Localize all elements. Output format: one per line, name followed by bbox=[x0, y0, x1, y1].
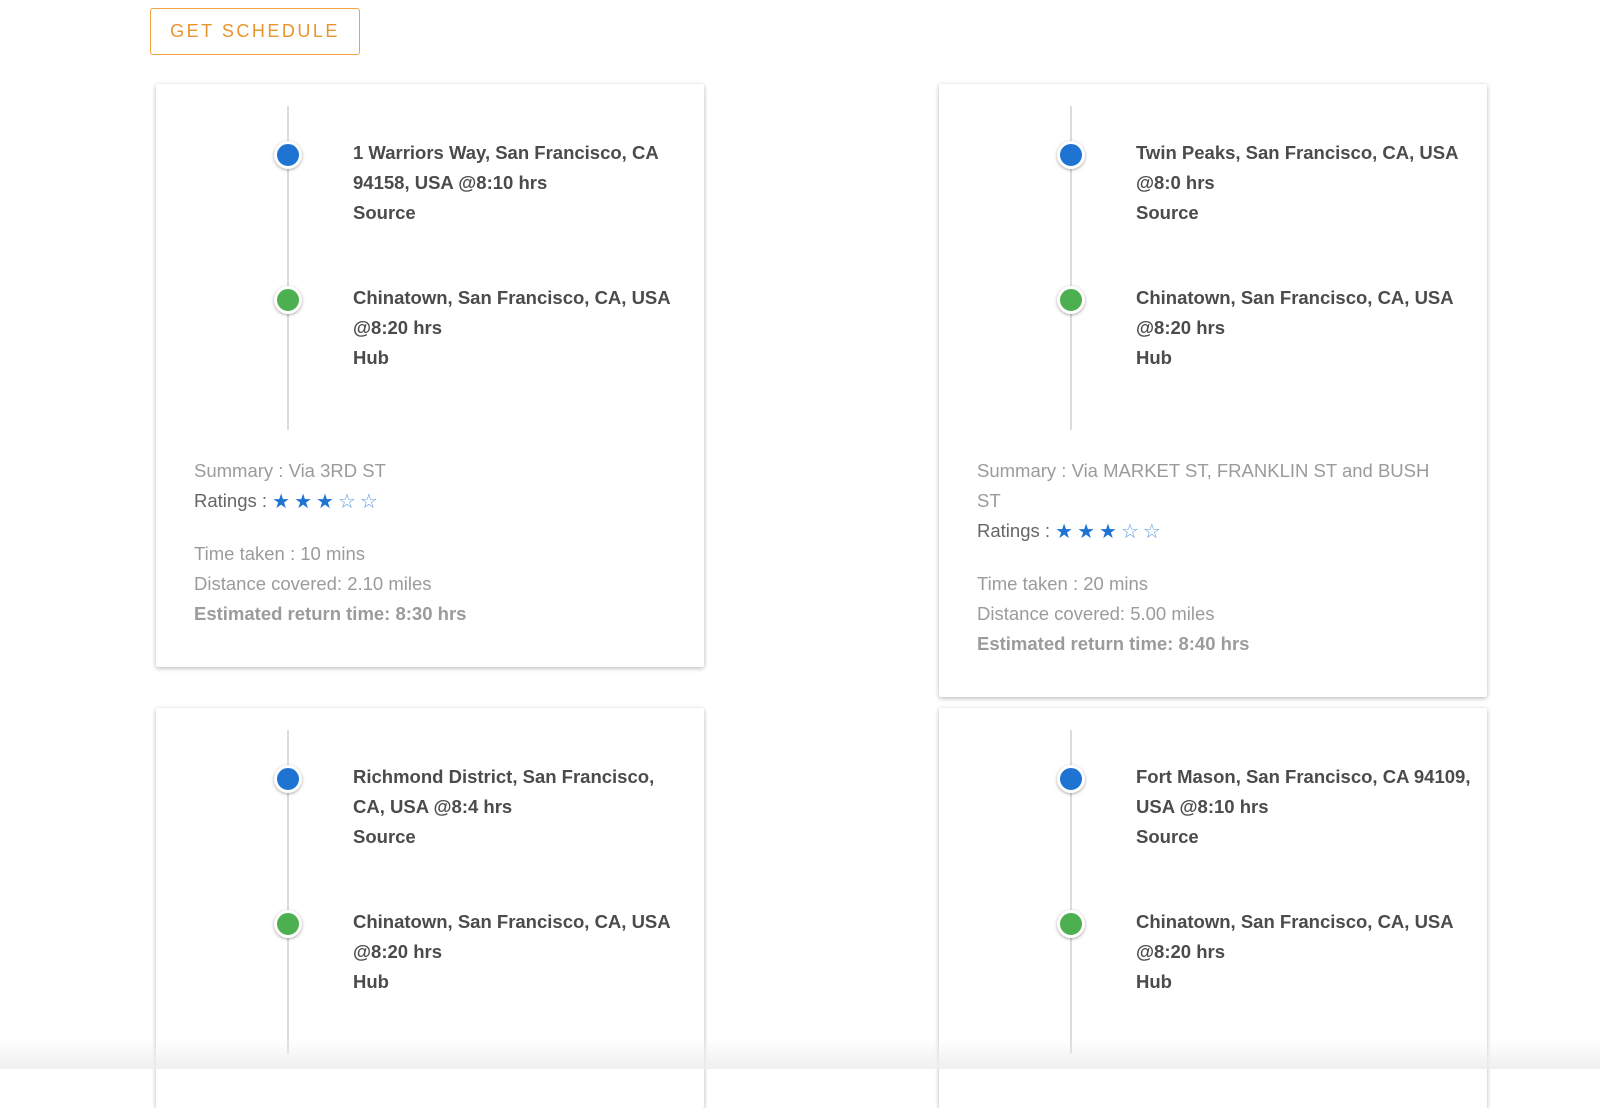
star-filled-icon: ★ bbox=[1055, 521, 1078, 543]
hub-dot-icon bbox=[1057, 286, 1085, 314]
estimated-return-time: Estimated return time: 8:40 hrs bbox=[977, 633, 1250, 654]
hub-place: Chinatown, San Francisco, CA, USA bbox=[1136, 287, 1453, 308]
hub-place: Chinatown, San Francisco, CA, USA bbox=[353, 287, 670, 308]
hub-dot-icon bbox=[274, 910, 302, 938]
route-ratings: Ratings : ★★★☆☆ bbox=[194, 486, 664, 517]
route-card: 1 Warriors Way, San Francisco, CA 94158,… bbox=[156, 84, 704, 667]
estimated-return-time: Estimated return time: 8:30 hrs bbox=[194, 603, 467, 624]
source-dot-icon bbox=[1057, 141, 1085, 169]
source-time: @8:10 hrs bbox=[1179, 796, 1269, 817]
route-details: Summary : Via MARKET ST, FRANKLIN ST and… bbox=[977, 456, 1447, 659]
ratings-label: Ratings : bbox=[977, 520, 1051, 541]
hub-time: @8:20 hrs bbox=[1136, 317, 1225, 338]
star-filled-icon: ★ bbox=[272, 491, 295, 513]
source-stop: Richmond District, San Francisco, CA, US… bbox=[353, 762, 688, 852]
distance-covered: Distance covered: 5.00 miles bbox=[977, 603, 1215, 624]
source-role: Source bbox=[353, 202, 416, 223]
star-rating: ★★★☆☆ bbox=[272, 487, 382, 517]
source-role: Source bbox=[1136, 202, 1199, 223]
hub-role: Hub bbox=[353, 971, 389, 992]
hub-stop: Chinatown, San Francisco, CA, USA @8:20 … bbox=[353, 283, 688, 373]
star-filled-icon: ★ bbox=[294, 491, 317, 513]
route-summary: Summary : Via MARKET ST, FRANKLIN ST and… bbox=[977, 460, 1430, 511]
source-stop: 1 Warriors Way, San Francisco, CA 94158,… bbox=[353, 138, 688, 228]
star-rating: ★★★☆☆ bbox=[1055, 517, 1165, 547]
star-filled-icon: ★ bbox=[1099, 521, 1121, 543]
source-dot-icon bbox=[1057, 765, 1085, 793]
hub-stop: Chinatown, San Francisco, CA, USA @8:20 … bbox=[1136, 283, 1471, 373]
time-taken: Time taken : 20 mins bbox=[977, 573, 1149, 594]
star-empty-icon: ☆ bbox=[359, 491, 382, 513]
source-role: Source bbox=[353, 826, 416, 847]
route-card: Twin Peaks, San Francisco, CA, USA @8:0 … bbox=[939, 84, 1487, 697]
ratings-label: Ratings : bbox=[194, 490, 268, 511]
distance-covered: Distance covered: 2.10 miles bbox=[194, 573, 432, 594]
source-role: Source bbox=[1136, 826, 1199, 847]
hub-dot-icon bbox=[274, 286, 302, 314]
route-summary: Summary : Via 3RD ST bbox=[194, 460, 386, 481]
hub-place: Chinatown, San Francisco, CA, USA bbox=[1136, 911, 1453, 932]
hub-stop: Chinatown, San Francisco, CA, USA @8:20 … bbox=[353, 907, 688, 997]
star-filled-icon: ★ bbox=[1077, 521, 1100, 543]
source-time: @8:10 hrs bbox=[458, 172, 548, 193]
hub-time: @8:20 hrs bbox=[1136, 941, 1225, 962]
source-dot-icon bbox=[274, 765, 302, 793]
time-taken: Time taken : 10 mins bbox=[194, 543, 366, 564]
route-ratings: Ratings : ★★★☆☆ bbox=[977, 516, 1447, 547]
star-empty-icon: ☆ bbox=[337, 491, 360, 513]
source-time: @8:4 hrs bbox=[433, 796, 513, 817]
star-filled-icon: ★ bbox=[316, 491, 338, 513]
hub-role: Hub bbox=[1136, 347, 1172, 368]
hub-time: @8:20 hrs bbox=[353, 941, 442, 962]
hub-time: @8:20 hrs bbox=[353, 317, 442, 338]
source-place: Twin Peaks, San Francisco, CA, USA bbox=[1136, 142, 1458, 163]
hub-role: Hub bbox=[353, 347, 389, 368]
star-empty-icon: ☆ bbox=[1142, 521, 1165, 543]
bottom-fade bbox=[0, 1039, 1600, 1069]
get-schedule-button[interactable]: GET SCHEDULE bbox=[150, 8, 360, 55]
source-dot-icon bbox=[274, 141, 302, 169]
hub-place: Chinatown, San Francisco, CA, USA bbox=[353, 911, 670, 932]
source-stop: Twin Peaks, San Francisco, CA, USA @8:0 … bbox=[1136, 138, 1471, 228]
hub-role: Hub bbox=[1136, 971, 1172, 992]
star-empty-icon: ☆ bbox=[1120, 521, 1143, 543]
hub-dot-icon bbox=[1057, 910, 1085, 938]
route-details: Summary : Via 3RD ST Ratings : ★★★☆☆ Tim… bbox=[194, 456, 664, 629]
hub-stop: Chinatown, San Francisco, CA, USA @8:20 … bbox=[1136, 907, 1471, 997]
source-time: @8:0 hrs bbox=[1136, 172, 1215, 193]
source-stop: Fort Mason, San Francisco, CA 94109, USA… bbox=[1136, 762, 1471, 852]
